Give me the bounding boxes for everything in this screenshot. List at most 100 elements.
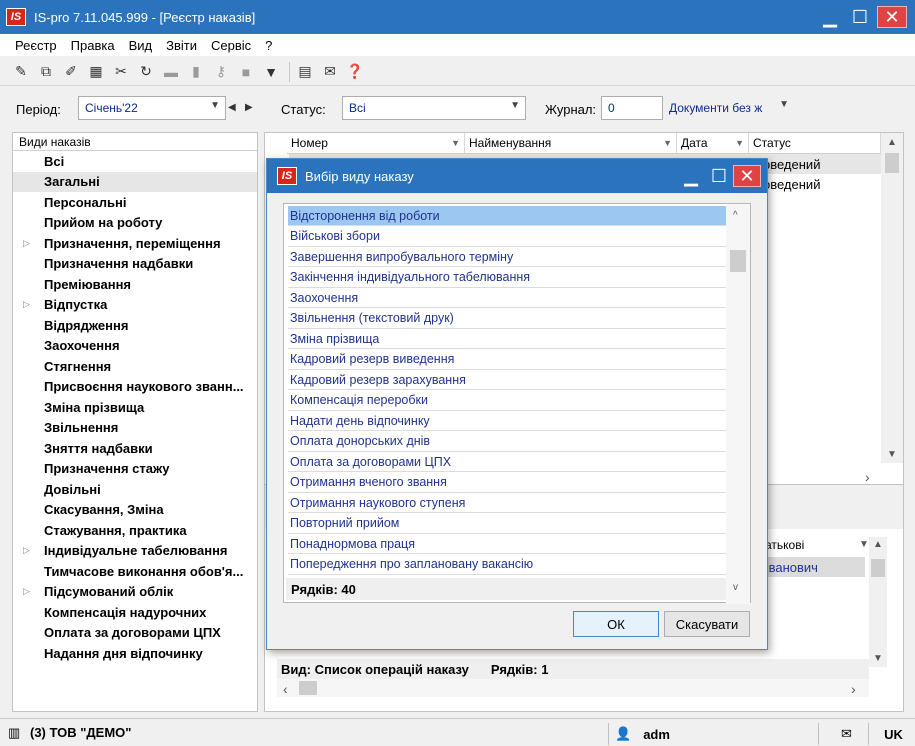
list-item[interactable]: Надати день відпочинку — [288, 411, 726, 431]
order-type-item[interactable]: Призначення стажу — [13, 459, 257, 480]
menu-reports[interactable]: Звіти — [159, 38, 204, 53]
scroll-down-icon: v — [733, 582, 738, 593]
list-item[interactable]: Попередження про заплановану вакансію — [288, 555, 726, 575]
column-date[interactable]: Дата ▼ — [677, 133, 749, 154]
list-item[interactable]: Завершення випробувального терміну — [288, 247, 726, 267]
list-item[interactable]: Закінчення індивідуального табелювання — [288, 268, 726, 288]
maximize-button[interactable]: ☐ — [845, 0, 875, 34]
order-type-item[interactable]: Прийом на роботу — [13, 213, 257, 234]
scroll-thumb[interactable] — [730, 250, 746, 272]
delete-icon[interactable]: ✂ — [110, 61, 132, 83]
list-item[interactable]: Кадровий резерв виведення — [288, 350, 726, 370]
list-item[interactable]: Понаднормова праця — [288, 534, 726, 554]
list-item[interactable]: Відсторонення від роботи — [288, 206, 726, 226]
status-select[interactable]: Всі ▼ — [342, 96, 526, 120]
refresh-icon[interactable]: ↻ — [135, 61, 157, 83]
list-item[interactable]: Кадровий резерв зарахування — [288, 370, 726, 390]
order-type-item[interactable]: ▷ Індивідуальне табелювання — [13, 541, 257, 562]
user-name: adm — [643, 726, 670, 742]
order-type-item[interactable]: Преміювання — [13, 274, 257, 295]
table-icon[interactable]: ▦ — [85, 61, 107, 83]
journal-select[interactable]: Документи без ж ▼ — [663, 96, 793, 120]
mail-icon[interactable]: ✉ — [319, 61, 341, 83]
column-number[interactable]: Номер ▼ — [287, 133, 465, 154]
list-item[interactable]: Оплата за договорами ЦПХ — [288, 452, 726, 472]
column-name[interactable]: Найменування ▼ — [465, 133, 677, 154]
settings-icon[interactable]: ■ — [235, 61, 257, 83]
order-type-item[interactable]: Оплата за договорами ЦПХ — [13, 623, 257, 644]
order-type-item[interactable]: Персональні — [13, 192, 257, 213]
menu-help[interactable]: ? — [258, 38, 279, 53]
copy-icon[interactable]: ⧉ — [35, 61, 57, 83]
list-item[interactable]: Оплата донорських днів — [288, 432, 726, 452]
print-preview-icon[interactable]: ▮ — [185, 61, 207, 83]
edit-icon[interactable]: ✐ — [60, 61, 82, 83]
list-item-label: Компенсація переробки — [290, 393, 428, 407]
order-type-item[interactable]: ▷ Відпустка — [13, 295, 257, 316]
order-type-item[interactable]: Скасування, Зміна — [13, 500, 257, 521]
scroll-thumb[interactable] — [885, 153, 899, 173]
order-type-item[interactable]: Присвоєння наукового званн... — [13, 377, 257, 398]
list-item[interactable]: Заохочення — [288, 288, 726, 308]
order-type-item[interactable]: Компенсація надурочних — [13, 602, 257, 623]
list-item[interactable]: Повторний прийом — [288, 514, 726, 534]
order-type-item[interactable]: ▷ Підсумований облік — [13, 582, 257, 603]
mail-icon[interactable]: ✉ — [818, 723, 868, 745]
order-type-item[interactable]: Тимчасове виконання обов'я... — [13, 561, 257, 582]
vertical-scrollbar[interactable]: ▲ ▼ — [869, 537, 887, 667]
dialog-minimize-button[interactable]: ▁ — [677, 161, 705, 191]
expand-icon[interactable]: ▷ — [23, 545, 30, 556]
column-status[interactable]: Статус — [749, 133, 881, 154]
list-item[interactable]: Військові збори — [288, 227, 726, 247]
order-type-item[interactable]: Загальні — [13, 171, 257, 192]
document-icon[interactable]: ▤ — [294, 61, 316, 83]
list-item[interactable]: Отримання вченого звання — [288, 473, 726, 493]
minimize-button[interactable]: ▁ — [815, 0, 845, 34]
list-item[interactable]: Отримання наукового ступеня — [288, 493, 726, 513]
app-titlebar: IS IS-pro 7.11.045.999 - [Реєстр наказів… — [0, 0, 915, 34]
order-type-item[interactable]: Відрядження — [13, 315, 257, 336]
order-type-item[interactable]: Стягнення — [13, 356, 257, 377]
order-type-item[interactable]: Надання дня відпочинку — [13, 643, 257, 664]
order-type-item[interactable]: Заохочення — [13, 336, 257, 357]
order-type-item[interactable]: Звільнення — [13, 418, 257, 439]
menu-service[interactable]: Сервіс — [204, 38, 258, 53]
language-indicator[interactable]: UK — [868, 723, 912, 745]
order-type-item[interactable]: Зміна прізвища — [13, 397, 257, 418]
print-icon[interactable]: ▬ — [160, 61, 182, 83]
key-icon[interactable]: ⚷ — [210, 61, 232, 83]
vertical-scrollbar[interactable]: ^ v — [726, 204, 750, 604]
menu-registry[interactable]: Реєстр — [8, 38, 64, 53]
next-period-icon[interactable]: ▶ — [245, 102, 253, 113]
filter-icon[interactable]: ▼ — [260, 61, 282, 83]
order-type-item[interactable]: Довільні — [13, 479, 257, 500]
prev-period-icon[interactable]: ◀ — [228, 102, 236, 113]
list-item[interactable]: Звільнення (текстовий друк) — [288, 309, 726, 329]
expand-icon[interactable]: ▷ — [23, 586, 30, 597]
help-icon[interactable]: ❓ — [344, 61, 366, 83]
column-patronymic[interactable]: атькові — [765, 535, 804, 555]
expand-icon[interactable]: ▷ — [23, 238, 30, 249]
dialog-close-button[interactable]: ✕ — [733, 161, 761, 191]
horizontal-scrollbar[interactable]: ‹ › — [277, 679, 869, 697]
order-type-item[interactable]: Стажування, практика — [13, 520, 257, 541]
expand-icon[interactable]: ▷ — [23, 299, 30, 310]
order-type-item[interactable]: Всі — [13, 151, 257, 172]
order-type-item[interactable]: Призначення надбавки — [13, 254, 257, 275]
list-item[interactable]: Зміна прізвища — [288, 329, 726, 349]
table-row[interactable]: Іванович — [765, 557, 865, 577]
order-type-item[interactable]: Зняття надбавки — [13, 438, 257, 459]
scroll-right-icon[interactable]: › — [865, 469, 870, 485]
cancel-button[interactable]: Скасувати — [664, 611, 750, 637]
order-type-item[interactable]: ▷ Призначення, переміщення — [13, 233, 257, 254]
menu-view[interactable]: Вид — [122, 38, 160, 53]
list-item[interactable]: Компенсація переробки — [288, 391, 726, 411]
period-select[interactable]: Січень'22 ▼ — [78, 96, 226, 120]
dialog-maximize-button[interactable]: ☐ — [705, 161, 733, 191]
ok-button[interactable]: ОК — [573, 611, 659, 637]
menu-edit[interactable]: Правка — [64, 38, 122, 53]
vertical-scrollbar[interactable]: ▲ ▼ — [881, 133, 903, 463]
close-button[interactable]: ✕ — [875, 0, 909, 34]
new-document-icon[interactable]: ✎ — [10, 61, 32, 83]
journal-number-input[interactable]: 0 — [601, 96, 663, 120]
